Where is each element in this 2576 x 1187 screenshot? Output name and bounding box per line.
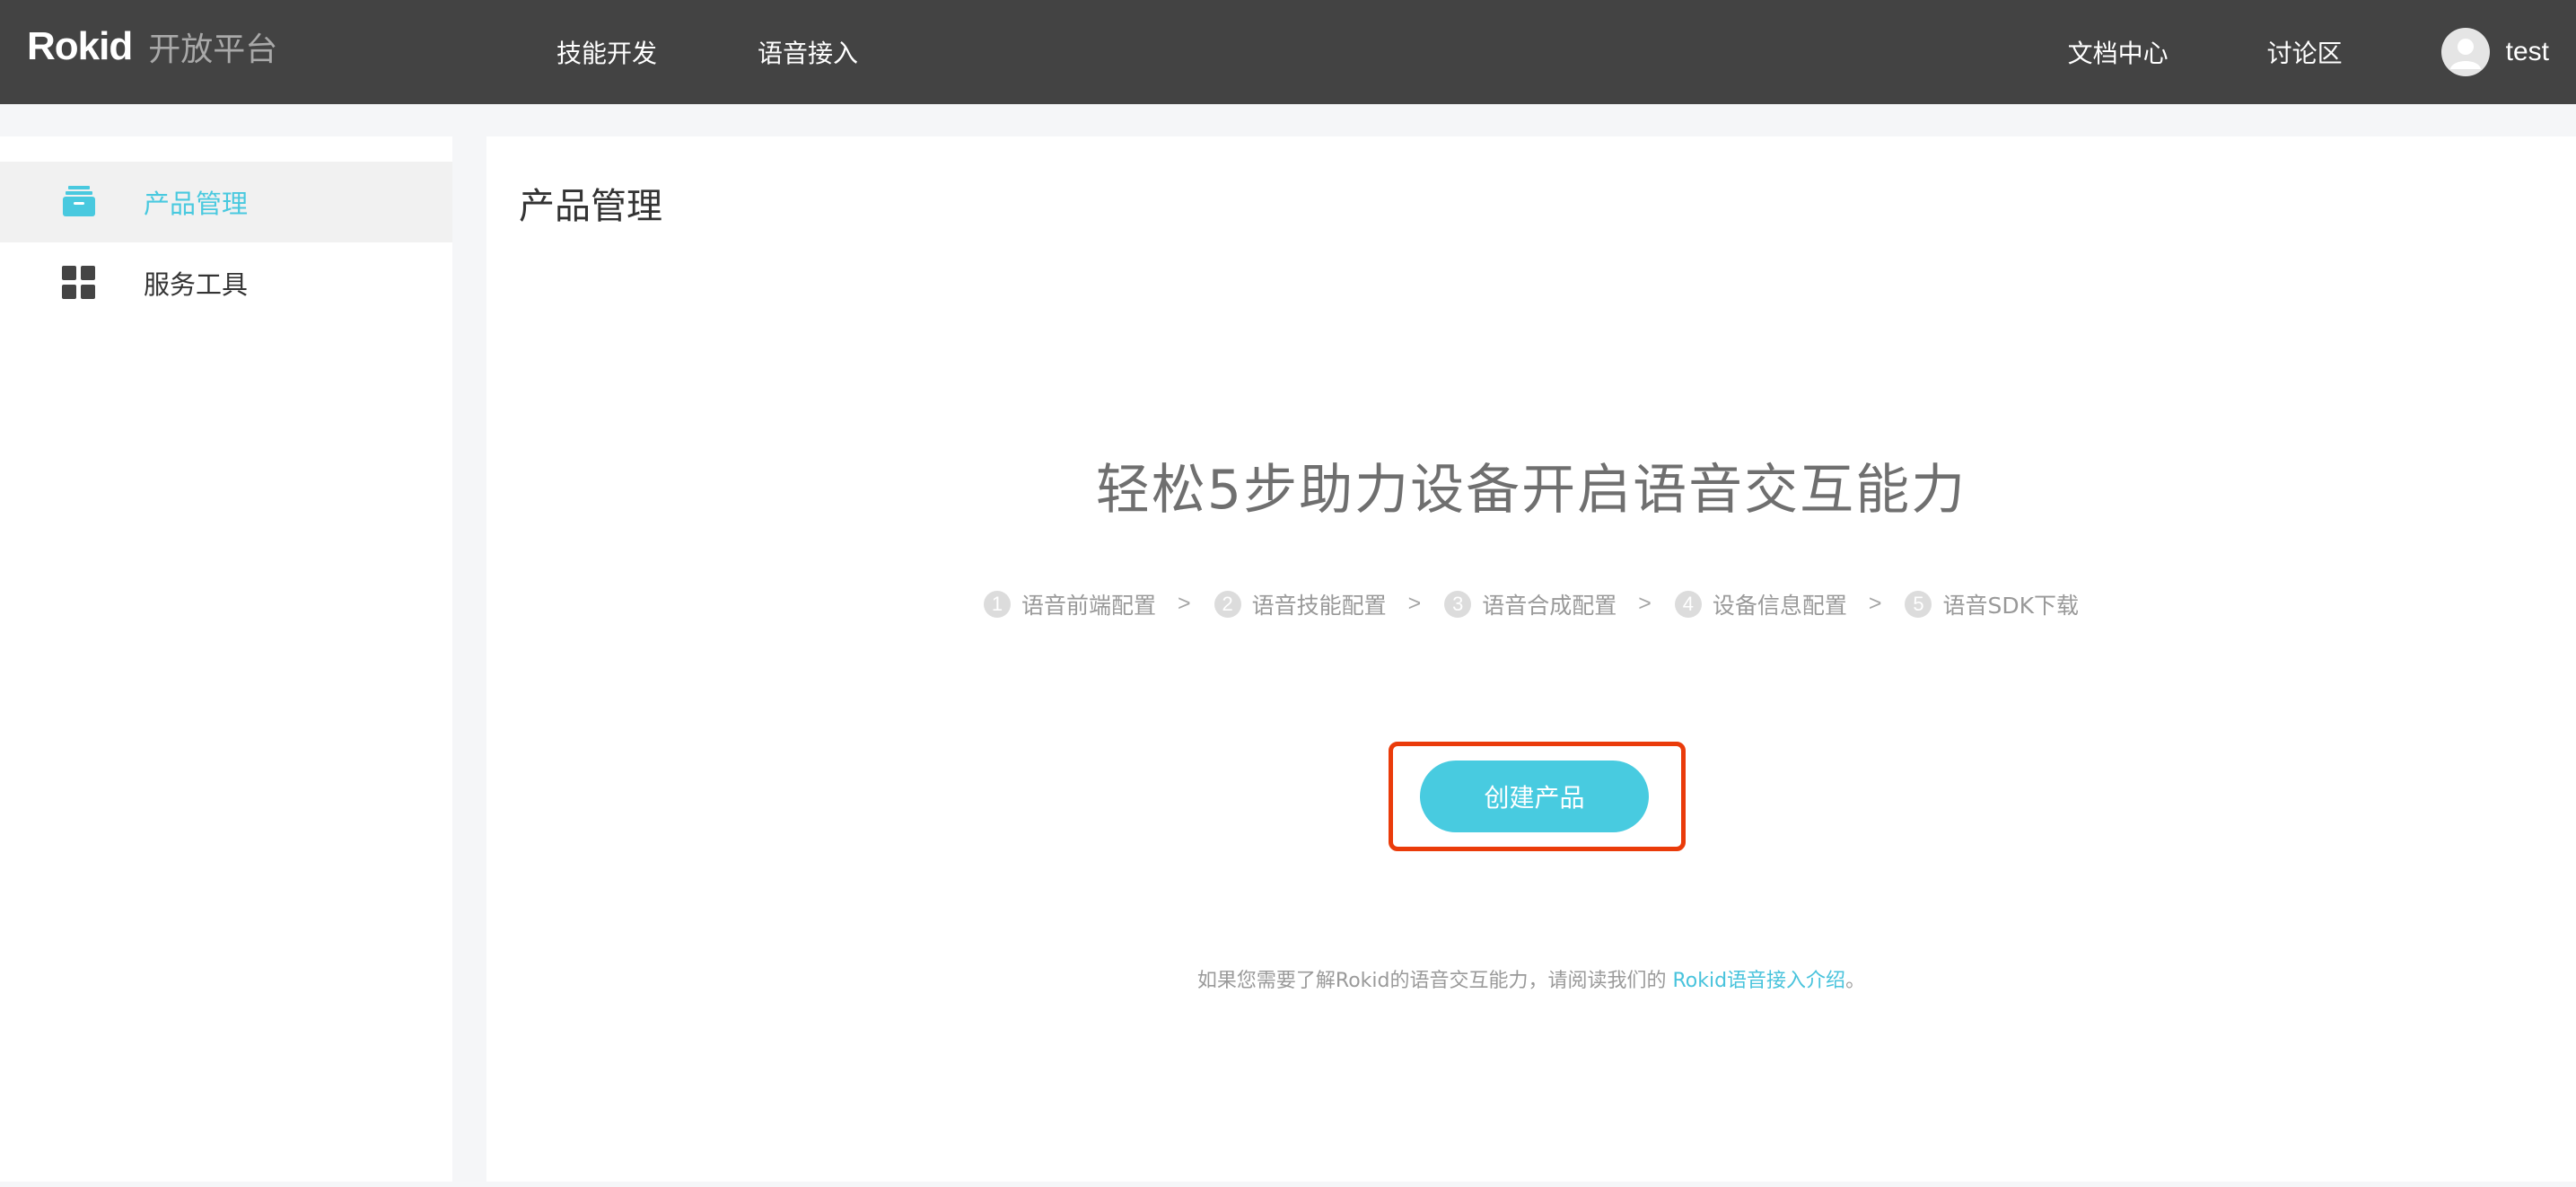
sidebar-item-product-management[interactable]: 产品管理 bbox=[0, 162, 452, 242]
footnote: 如果您需要了解Rokid的语音交互能力，请阅读我们的 Rokid语音接入介绍。 bbox=[486, 964, 2576, 993]
sidebar-item-label: 产品管理 bbox=[144, 189, 249, 219]
username: test bbox=[2505, 37, 2549, 66]
sidebar: 产品管理 服务工具 bbox=[0, 136, 452, 1182]
step-item: 4 设备信息配置 bbox=[1674, 588, 1847, 620]
step-number: 4 bbox=[1674, 591, 1702, 618]
nav-item-forum[interactable]: 讨论区 bbox=[2267, 34, 2343, 70]
product-box-icon bbox=[61, 184, 97, 220]
step-label: 语音前端配置 bbox=[1021, 593, 1156, 619]
step-number: 5 bbox=[1905, 591, 1932, 618]
step-item: 1 语音前端配置 bbox=[983, 588, 1156, 620]
user-avatar-icon bbox=[2440, 28, 2490, 76]
main-content: 产品管理 轻松5步助力设备开启语音交互能力 1 语音前端配置 > 2 语音技能配… bbox=[486, 136, 2576, 1182]
main-nav: 技能开发 语音接入 bbox=[556, 0, 959, 104]
user-menu[interactable]: test bbox=[2440, 28, 2549, 76]
create-product-button[interactable]: 创建产品 bbox=[1420, 761, 1649, 832]
nav-item-voice-access[interactable]: 语音接入 bbox=[758, 34, 858, 70]
footnote-end: 。 bbox=[1845, 970, 1866, 992]
page-title: 产品管理 bbox=[519, 186, 662, 227]
step-number: 1 bbox=[983, 591, 1011, 618]
logo[interactable]: Rokid 开放平台 bbox=[27, 20, 277, 74]
step-separator: > bbox=[1407, 591, 1422, 616]
footnote-text: 如果您需要了解Rokid的语音交互能力，请阅读我们的 bbox=[1196, 970, 1673, 992]
top-header: Rokid 开放平台 技能开发 语音接入 文档中心 讨论区 test bbox=[0, 0, 2576, 104]
logo-wordmark: Rokid bbox=[27, 24, 133, 68]
step-separator: > bbox=[1638, 591, 1652, 616]
steps-progress: 1 语音前端配置 > 2 语音技能配置 > 3 语音合成配置 > 4 设备信息配… bbox=[486, 588, 2576, 620]
step-label: 设备信息配置 bbox=[1712, 593, 1847, 619]
step-number: 2 bbox=[1214, 591, 1241, 618]
grid-apps-icon bbox=[61, 265, 97, 301]
step-separator: > bbox=[1178, 591, 1191, 616]
nav-item-docs[interactable]: 文档中心 bbox=[2068, 34, 2169, 70]
sidebar-item-service-tools[interactable]: 服务工具 bbox=[0, 242, 452, 323]
step-label: 语音技能配置 bbox=[1251, 593, 1387, 619]
step-label: 语音合成配置 bbox=[1482, 593, 1617, 619]
sidebar-item-label: 服务工具 bbox=[144, 269, 249, 300]
logo-subtitle: 开放平台 bbox=[148, 31, 278, 68]
step-label: 语音SDK下载 bbox=[1942, 593, 2079, 619]
hero-heading: 轻松5步助力设备开启语音交互能力 bbox=[1095, 459, 1967, 522]
step-separator: > bbox=[1868, 591, 1882, 616]
voice-access-intro-link[interactable]: Rokid语音接入介绍 bbox=[1672, 970, 1845, 992]
step-item: 2 语音技能配置 bbox=[1214, 588, 1387, 620]
step-number: 3 bbox=[1444, 591, 1472, 618]
secondary-nav: 文档中心 讨论区 test bbox=[2068, 0, 2576, 104]
nav-item-skill-dev[interactable]: 技能开发 bbox=[556, 34, 657, 70]
step-item: 5 语音SDK下载 bbox=[1905, 588, 2079, 620]
step-item: 3 语音合成配置 bbox=[1444, 588, 1617, 620]
